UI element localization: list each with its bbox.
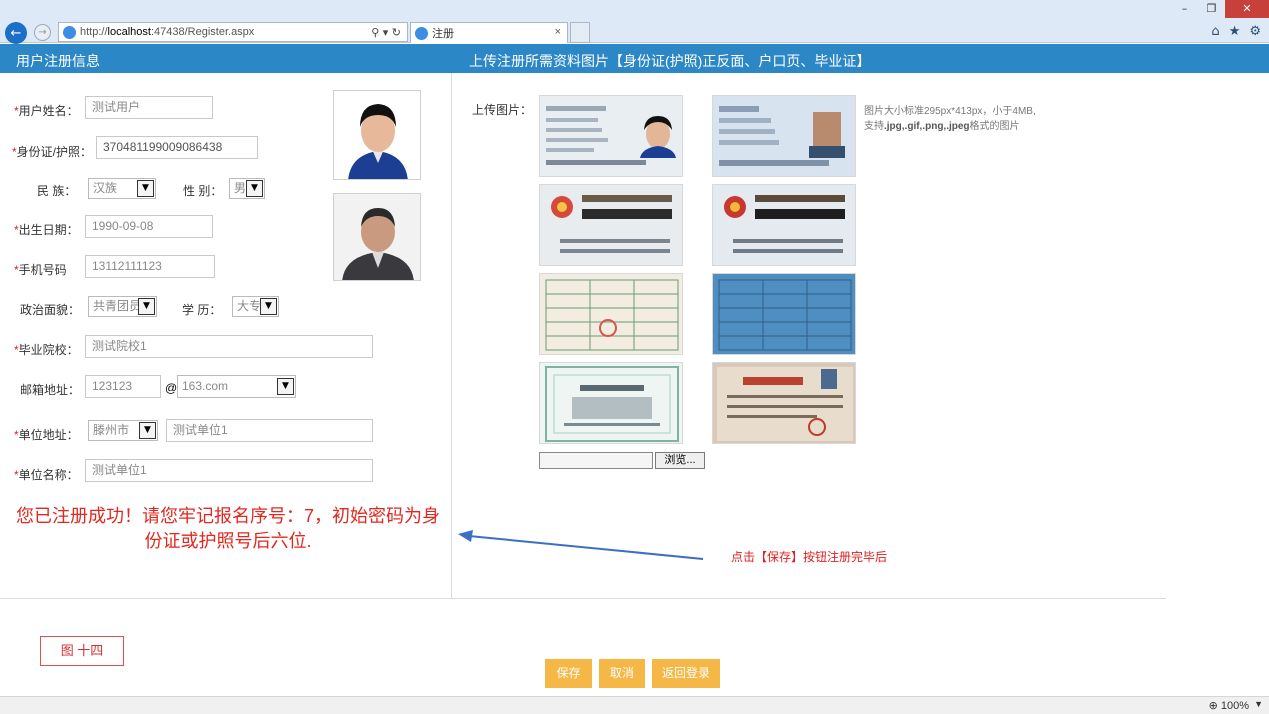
address-bar[interactable]: http://localhost:47438/Register.aspx ⚲ ▾… (58, 22, 408, 42)
settings-gear-icon[interactable]: ⚙ (1249, 24, 1261, 39)
phone-input[interactable]: 13112111123 (85, 255, 215, 278)
email-user-input[interactable]: 123123 (85, 375, 161, 398)
chevron-down-icon: ▼ (139, 422, 156, 439)
file-path-input[interactable] (539, 452, 653, 469)
chevron-down-icon: ▼ (246, 180, 263, 197)
chevron-down-icon[interactable]: ▼ (1254, 699, 1263, 709)
graduation-certificate-thumbnail[interactable] (712, 362, 856, 444)
chevron-down-icon: ▼ (260, 298, 277, 315)
upload-label: 上传图片： (472, 103, 533, 117)
ie-favicon-icon (63, 25, 76, 39)
id-card-front-blurred-thumbnail[interactable] (712, 95, 856, 177)
ethnic-label: 民 族： (37, 184, 77, 198)
new-tab-button[interactable] (570, 22, 590, 43)
browser-tools: ⌂ ★ ⚙ (1211, 24, 1261, 39)
diploma-thumbnail[interactable] (539, 362, 683, 444)
ethnic-select[interactable]: 汉族 ▼ (88, 178, 156, 199)
browser-chrome: ← → http://localhost:47438/Register.aspx… (0, 0, 1269, 44)
success-message: 您已注册成功！请您牢记报名序号：7，初始密码为身份证或护照号后六位. (15, 506, 440, 551)
school-label: *毕业院校： (14, 343, 79, 357)
education-label: 学 历： (182, 303, 222, 317)
id-input[interactable]: 370481199009086438 (96, 136, 258, 159)
applicant-photo-1 (333, 90, 421, 180)
figure-label: 图 十四 (40, 636, 124, 666)
household-register-blue-thumbnail[interactable] (712, 273, 856, 355)
chevron-down-icon: ▼ (137, 180, 154, 197)
tab-title: 注册 (432, 28, 454, 40)
section-header: 用户注册信息 上传注册所需资料图片【身份证(护照)正反面、户口页、毕业证】 (0, 44, 1269, 73)
email-label: 邮箱地址： (20, 383, 81, 397)
user-info-title: 用户注册信息 (16, 53, 100, 69)
applicant-photo-2 (333, 193, 421, 281)
gender-label: 性 别： (183, 184, 223, 198)
birth-label: *出生日期： (14, 223, 79, 237)
phone-label: *手机号码 (14, 263, 67, 277)
favorites-star-icon[interactable]: ★ (1229, 24, 1241, 39)
browser-tab[interactable]: 注册 × (410, 22, 568, 43)
minimize-icon[interactable]: – (1171, 0, 1198, 18)
id-card-back-thumbnail[interactable] (539, 184, 683, 266)
chevron-down-icon: ▼ (138, 298, 155, 315)
id-card-front-thumbnail[interactable] (539, 95, 683, 177)
name-input[interactable]: 测试用户 (85, 96, 213, 119)
cancel-button[interactable]: 取消 (599, 659, 645, 688)
id-card-back-blurred-thumbnail[interactable] (712, 184, 856, 266)
work-address-input[interactable]: 测试单位1 (166, 419, 373, 442)
political-label: 政治面貌： (20, 303, 81, 317)
tab-close-icon[interactable]: × (555, 26, 561, 38)
annotation-arrow-icon (458, 530, 704, 560)
upload-section-title: 上传注册所需资料图片【身份证(护照)正反面、户口页、毕业证】 (469, 53, 871, 69)
window-controls: – ❐ ✕ (1171, 0, 1269, 18)
political-select[interactable]: 共青团员 ▼ (88, 296, 157, 317)
annotation-text: 点击【保存】按钮注册完毕后 (731, 550, 888, 564)
browse-button[interactable]: 浏览... (655, 452, 705, 469)
chevron-down-icon: ▼ (277, 378, 294, 395)
tab-favicon-icon (415, 26, 428, 40)
vertical-divider (451, 73, 452, 599)
gender-select[interactable]: 男 ▼ (229, 178, 265, 199)
address-url[interactable]: http://localhost:47438/Register.aspx (80, 26, 365, 38)
work-address-label: *单位地址： (14, 428, 79, 442)
back-to-login-button[interactable]: 返回登录 (652, 659, 720, 688)
work-city-select[interactable]: 滕州市 ▼ (88, 420, 158, 441)
horizontal-divider (0, 598, 1166, 599)
save-button[interactable]: 保存 (545, 659, 592, 688)
birth-input[interactable]: 1990-09-08 (85, 215, 213, 238)
household-register-thumbnail[interactable] (539, 273, 683, 355)
window-close-icon[interactable]: ✕ (1225, 0, 1269, 18)
upload-hint: 图片大小标准295px*413px，小于4MB, 支持.jpg,.gif,.pn… (864, 106, 1036, 132)
education-select[interactable]: 大专 ▼ (232, 296, 279, 317)
restore-icon[interactable]: ❐ (1198, 0, 1225, 18)
home-icon[interactable]: ⌂ (1211, 24, 1219, 39)
work-name-label: *单位名称： (14, 468, 79, 482)
zoom-level[interactable]: ⊕ 100% (1209, 699, 1249, 712)
id-label: *身份证/护照： (12, 145, 93, 159)
zoom-icon: ⊕ (1208, 700, 1221, 712)
status-bar: ⊕ 100% ▼ (0, 696, 1269, 714)
back-arrow-icon[interactable]: ← (5, 22, 27, 44)
email-domain-select[interactable]: 163.com ▼ (177, 375, 296, 398)
name-label: *用户姓名： (14, 104, 79, 118)
work-name-input[interactable]: 测试单位1 (85, 459, 373, 482)
address-tools[interactable]: ⚲ ▾ ↻ (365, 26, 407, 39)
school-input[interactable]: 测试院校1 (85, 335, 373, 358)
forward-arrow-icon[interactable]: → (34, 24, 51, 41)
email-at-sign: @ (165, 381, 178, 395)
